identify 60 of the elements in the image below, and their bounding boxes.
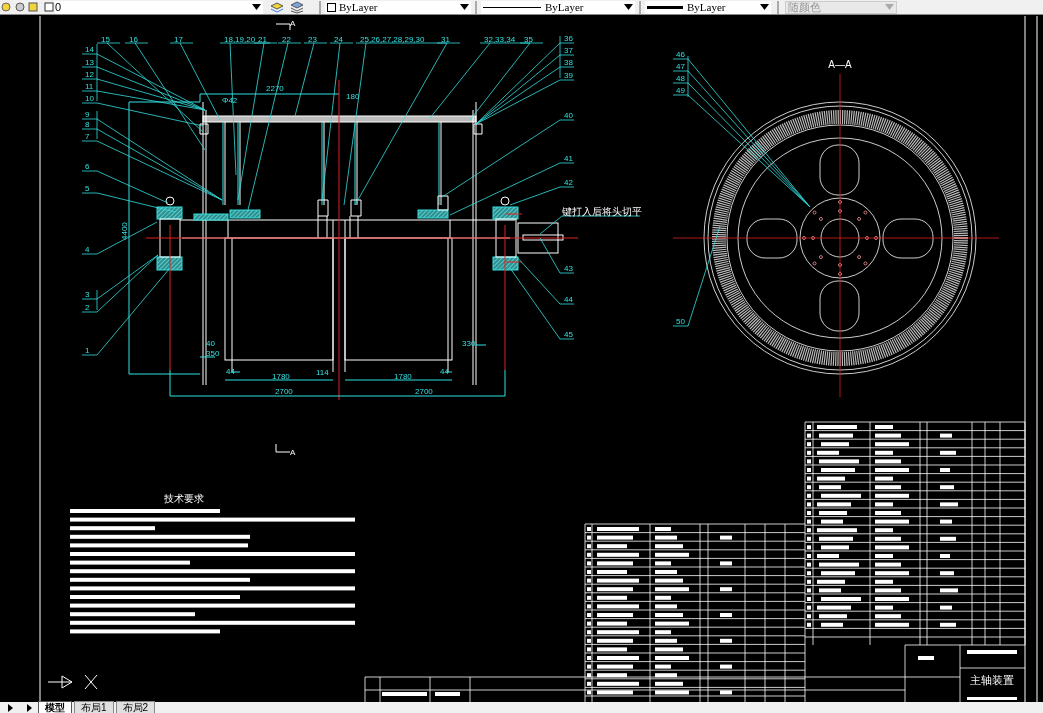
section-letter: A — [290, 19, 296, 28]
section-title: A—A — [828, 59, 852, 70]
callout-number: 22 — [282, 35, 291, 44]
callout-number: 44 — [564, 295, 573, 304]
callout-number: 2 — [85, 303, 90, 312]
dimension-text: 114 — [316, 368, 329, 377]
drawing-title: 主轴装置 — [970, 674, 1014, 686]
callout-number: 32,33,34 — [484, 35, 516, 44]
callout-number: 35 — [524, 35, 533, 44]
callout-number: 14 — [85, 45, 94, 54]
callout-number: 5 — [85, 184, 90, 193]
callout-number: 40 — [564, 111, 573, 120]
callout-number: 11 — [85, 82, 94, 91]
callout-number: 23 — [308, 35, 317, 44]
callout-number: 12 — [85, 70, 94, 79]
callout-number: 4 — [85, 245, 90, 254]
callout-number: 31 — [441, 35, 450, 44]
callout-number: 48 — [676, 74, 685, 83]
dimension-text: 4400 — [120, 222, 129, 240]
callout-number: 41 — [564, 154, 573, 163]
callout-number: 17 — [174, 35, 183, 44]
section-letter: A — [290, 448, 296, 457]
dimension-text: 330 — [462, 339, 476, 348]
dimension-text: 1780 — [272, 372, 290, 381]
callout-number: 42 — [564, 178, 573, 187]
callout-number: 15 — [101, 35, 110, 44]
callout-number: 24 — [334, 35, 343, 44]
callout-number: 13 — [85, 58, 94, 67]
dimension-text: 2700 — [275, 387, 293, 396]
requirements-title: 技术要求 — [164, 493, 204, 504]
dimension-text: 2700 — [415, 387, 433, 396]
callout-number: 1 — [85, 346, 90, 355]
callout-number: 10 — [85, 94, 94, 103]
callout-number: 21 — [258, 35, 267, 44]
callout-number: 50 — [676, 317, 685, 326]
dimension-text: 40 — [206, 339, 215, 348]
callout-number: 43 — [564, 264, 573, 273]
dimension-text: 180 — [346, 92, 360, 101]
callout-number: 46 — [676, 50, 685, 59]
callout-number: 16 — [129, 35, 138, 44]
callout-number: 47 — [676, 62, 685, 71]
callout-number: 49 — [676, 86, 685, 95]
callout-number: 25,26,27,28,29,30 — [360, 35, 425, 44]
callout-number: 9 — [85, 110, 90, 119]
callout-number: 18,19,20 — [224, 35, 256, 44]
callout-number: 7 — [85, 132, 90, 141]
callout-number: 45 — [564, 330, 573, 339]
note-text: 键打入后将头切平 — [562, 206, 642, 217]
callout-number: 3 — [85, 290, 90, 299]
callout-number: 38 — [564, 58, 573, 67]
dimension-text: 1780 — [394, 372, 412, 381]
dimension-text: 44 — [226, 367, 235, 376]
callout-number: 6 — [85, 162, 90, 171]
dimension-text: 44 — [440, 367, 449, 376]
callout-number: 37 — [564, 46, 573, 55]
callout-number: 36 — [564, 34, 573, 43]
dimension-text: 350 — [206, 349, 220, 358]
dimension-text: 2270 — [266, 84, 284, 93]
callout-number: 8 — [85, 120, 90, 129]
callout-number: 39 — [564, 71, 573, 80]
